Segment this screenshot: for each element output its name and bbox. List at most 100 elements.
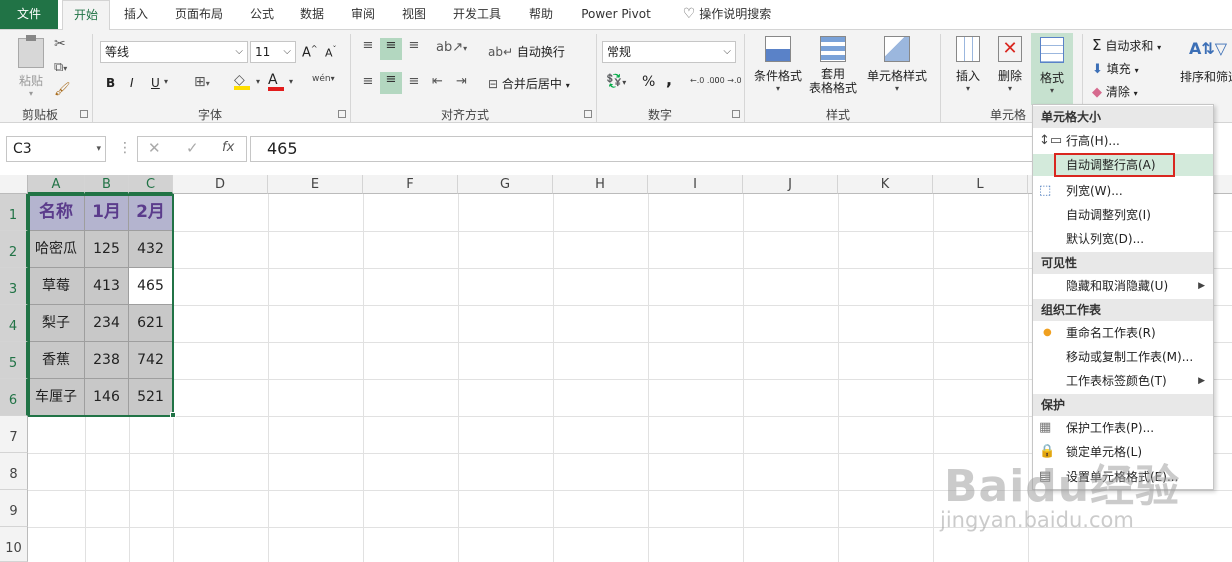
alignment-launcher-icon[interactable]	[584, 110, 592, 118]
menu-item-protect-sheet[interactable]: ▦ 保护工作表(P)...	[1033, 417, 1213, 439]
column-header[interactable]: F	[363, 175, 458, 194]
table-cell[interactable]: 413	[85, 268, 129, 305]
table-cell[interactable]: 621	[129, 305, 173, 342]
select-all-button[interactable]	[0, 175, 28, 194]
tab-review[interactable]: 审阅	[343, 0, 383, 29]
menu-item-hide-unhide[interactable]: 隐藏和取消隐藏(U) ▶	[1033, 275, 1213, 297]
conditional-formatting-button[interactable]: 条件格式 ▾	[750, 36, 806, 93]
autosum-button[interactable]: Σ 自动求和 ▾	[1092, 36, 1161, 54]
menu-item-row-height[interactable]: ↕▭ 行高(H)...	[1033, 130, 1213, 152]
table-cell[interactable]: 238	[85, 342, 129, 379]
bold-button[interactable]: B	[106, 76, 115, 90]
row-header[interactable]: 2	[0, 231, 28, 268]
clipboard-launcher-icon[interactable]	[80, 110, 88, 118]
drag-handle-icon[interactable]: ⋮	[118, 140, 132, 156]
font-launcher-icon[interactable]	[338, 110, 346, 118]
menu-item-tab-color[interactable]: 工作表标签颜色(T) ▶	[1033, 370, 1213, 392]
menu-item-default-width[interactable]: 默认列宽(D)...	[1033, 228, 1213, 250]
table-cell[interactable]: 梨子	[28, 305, 85, 342]
column-header[interactable]: J	[743, 175, 838, 194]
tab-page-layout[interactable]: 页面布局	[166, 0, 232, 29]
fill-button[interactable]: ⬇ 填充 ▾	[1092, 60, 1139, 77]
grow-font-button[interactable]: A^	[302, 44, 318, 60]
chevron-down-icon[interactable]: ▾	[164, 77, 168, 86]
tab-help[interactable]: 帮助	[520, 0, 562, 29]
number-launcher-icon[interactable]	[732, 110, 740, 118]
tell-me-search[interactable]: ♡ 操作说明搜索	[672, 0, 782, 29]
paste-button[interactable]: 粘贴 ▾	[12, 35, 50, 98]
table-cell[interactable]: 234	[85, 305, 129, 342]
chevron-down-icon[interactable]: ▾	[289, 77, 293, 86]
row-header[interactable]: 10	[0, 527, 28, 562]
row-header[interactable]: 3	[0, 268, 28, 305]
phonetic-icon[interactable]: wén▾	[312, 74, 335, 84]
chevron-down-icon[interactable]: ▾	[256, 77, 260, 86]
format-cells-button[interactable]: 格式 ▾	[1031, 33, 1073, 105]
active-cell[interactable]: 465	[129, 268, 173, 305]
number-format-select[interactable]: 常规 ⌵	[602, 41, 736, 63]
menu-item-rename-sheet[interactable]: ● 重命名工作表(R)	[1033, 322, 1213, 344]
name-box[interactable]: C3 ▾	[6, 136, 106, 162]
menu-item-move-copy[interactable]: 移动或复制工作表(M)...	[1033, 346, 1213, 368]
decrease-decimal-button[interactable]: .00 →.0	[712, 76, 742, 85]
row-header[interactable]: 6	[0, 379, 28, 416]
decrease-indent-icon[interactable]: ⇤	[432, 74, 443, 89]
align-bottom-icon[interactable]: ≡	[404, 38, 424, 58]
row-header[interactable]: 5	[0, 342, 28, 379]
table-cell[interactable]: 521	[129, 379, 173, 416]
merge-center-button[interactable]: ⊟ 合并后居中 ▾	[488, 75, 570, 92]
cell-styles-button[interactable]: 单元格样式 ▾	[864, 36, 930, 93]
column-header[interactable]: E	[268, 175, 363, 194]
column-header[interactable]: I	[648, 175, 743, 194]
tab-formulas[interactable]: 公式	[242, 0, 282, 29]
menu-item-column-width[interactable]: ⬚ 列宽(W)...	[1033, 180, 1213, 202]
italic-button[interactable]: I	[130, 76, 134, 90]
font-name-select[interactable]: 等线 ⌵	[100, 41, 248, 63]
cut-icon[interactable]: ✂	[54, 36, 66, 52]
align-right-icon[interactable]: ≡	[404, 74, 424, 89]
tab-file[interactable]: 文件	[0, 0, 58, 29]
comma-button[interactable]: ,	[666, 70, 672, 89]
sort-filter-button[interactable]: A⇅▽ 排序和筛选	[1180, 36, 1232, 85]
row-header[interactable]: 7	[0, 416, 28, 453]
table-cell[interactable]: 草莓	[28, 268, 85, 305]
table-header-cell[interactable]: 名称	[28, 194, 85, 231]
row-header[interactable]: 4	[0, 305, 28, 342]
tab-view[interactable]: 视图	[394, 0, 434, 29]
accounting-format-icon[interactable]: 💱▾	[606, 74, 626, 89]
tab-home[interactable]: 开始	[62, 0, 110, 30]
format-painter-icon[interactable]: 🖌	[54, 82, 71, 97]
insert-function-icon[interactable]: fx	[222, 140, 234, 155]
column-header[interactable]: A	[28, 175, 85, 194]
table-cell[interactable]: 车厘子	[28, 379, 85, 416]
tab-insert[interactable]: 插入	[115, 0, 157, 29]
font-color-icon[interactable]: A	[268, 72, 284, 91]
column-header[interactable]: G	[458, 175, 553, 194]
align-left-icon[interactable]: ≡	[358, 74, 378, 89]
insert-cells-button[interactable]: 插入 ▾	[950, 36, 986, 93]
column-header[interactable]: L	[933, 175, 1028, 194]
fill-handle[interactable]	[170, 412, 176, 418]
tab-developer[interactable]: 开发工具	[444, 0, 510, 29]
table-cell[interactable]: 125	[85, 231, 129, 268]
borders-icon[interactable]: ⊞▾	[194, 74, 210, 90]
table-cell[interactable]: 哈密瓜	[28, 231, 85, 268]
table-header-cell[interactable]: 2月	[129, 194, 173, 231]
fill-color-icon[interactable]: ◇	[234, 72, 250, 90]
copy-icon[interactable]: ⧉▾	[54, 60, 67, 75]
tab-power-pivot[interactable]: Power Pivot	[574, 0, 658, 29]
column-header[interactable]: B	[85, 175, 129, 194]
align-middle-icon[interactable]: ≡	[380, 38, 402, 60]
column-header[interactable]: K	[838, 175, 933, 194]
format-as-table-button[interactable]: 套用 表格格式	[804, 36, 862, 95]
table-cell[interactable]: 香蕉	[28, 342, 85, 379]
underline-button[interactable]: U	[151, 76, 160, 90]
row-header[interactable]: 8	[0, 453, 28, 490]
wrap-text-button[interactable]: ab↵ 自动换行	[488, 43, 565, 60]
align-top-icon[interactable]: ≡	[358, 38, 378, 58]
formula-input[interactable]: 465	[250, 136, 1040, 162]
enter-icon[interactable]: ✓	[186, 139, 199, 157]
cancel-icon[interactable]: ✕	[148, 139, 161, 157]
table-cell[interactable]: 432	[129, 231, 173, 268]
increase-indent-icon[interactable]: ⇥	[456, 74, 467, 89]
